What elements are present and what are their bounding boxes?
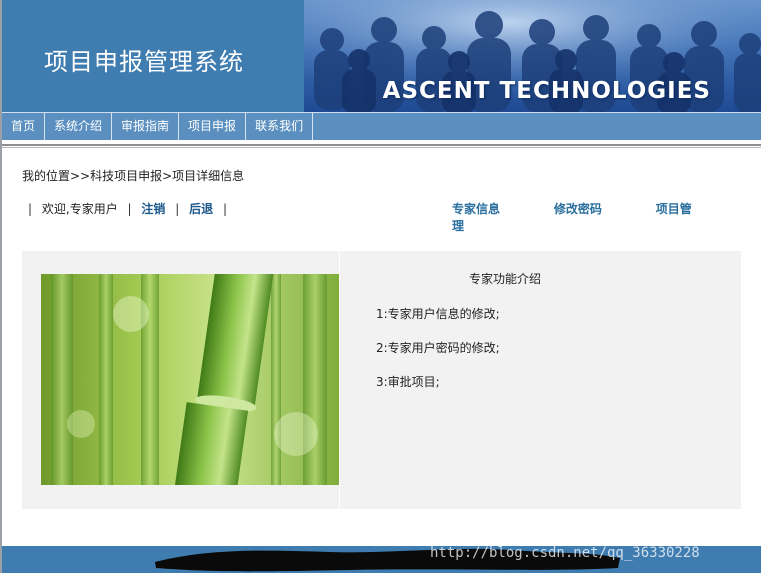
system-title: 项目申报管理系统 [44,48,244,76]
nav-divider [2,144,761,148]
intro-line: 1:专家用户信息的修改; [376,307,500,321]
banner-brand-text: ASCENT TECHNOLOGIES [382,78,711,104]
header: 项目申报管理系统 ASCENT TECHNOLOGIES [2,0,761,112]
nav-item-guide[interactable]: 审报指南 [112,113,180,140]
nav-item-project-apply[interactable]: 项目申报 [179,113,247,140]
welcome-text: 欢迎,专家用户 [41,202,118,216]
nav-item-contact[interactable]: 联系我们 [246,113,314,140]
separator: | [222,202,228,216]
separator: | [175,202,180,216]
change-password-link[interactable]: 修改密码 [554,202,602,216]
separator: | [28,202,33,216]
user-bar: | 欢迎,专家用户 | 注销 | 后退 | 专家信息 修改密码 项目管理 [22,200,742,233]
panel-divider [339,251,340,509]
intro-line: 2:专家用户密码的修改; [376,341,500,355]
intro-line: 3:审批项目; [376,375,440,389]
header-title-block: 项目申报管理系统 [2,0,304,112]
expert-info-link[interactable]: 专家信息 [452,202,500,216]
nav-item-home[interactable]: 首页 [2,113,46,140]
intro-title: 专家功能介绍 [469,272,542,286]
logout-link[interactable]: 注销 [141,202,165,216]
nav-item-system-intro[interactable]: 系统介绍 [45,113,113,140]
bamboo-image [41,274,339,485]
header-banner: ASCENT TECHNOLOGIES [304,0,761,112]
watermark-url: http://blog.csdn.net/qq_36330228 [430,545,700,561]
main-nav: 首页 系统介绍 审报指南 项目申报 联系我们 [2,112,761,140]
back-link[interactable]: 后退 [189,202,213,216]
expert-menu: 专家信息 修改密码 项目管理 [452,200,742,234]
breadcrumb: 我的位置>>科技项目申报>项目详细信息 [22,169,245,183]
separator: | [127,202,132,216]
